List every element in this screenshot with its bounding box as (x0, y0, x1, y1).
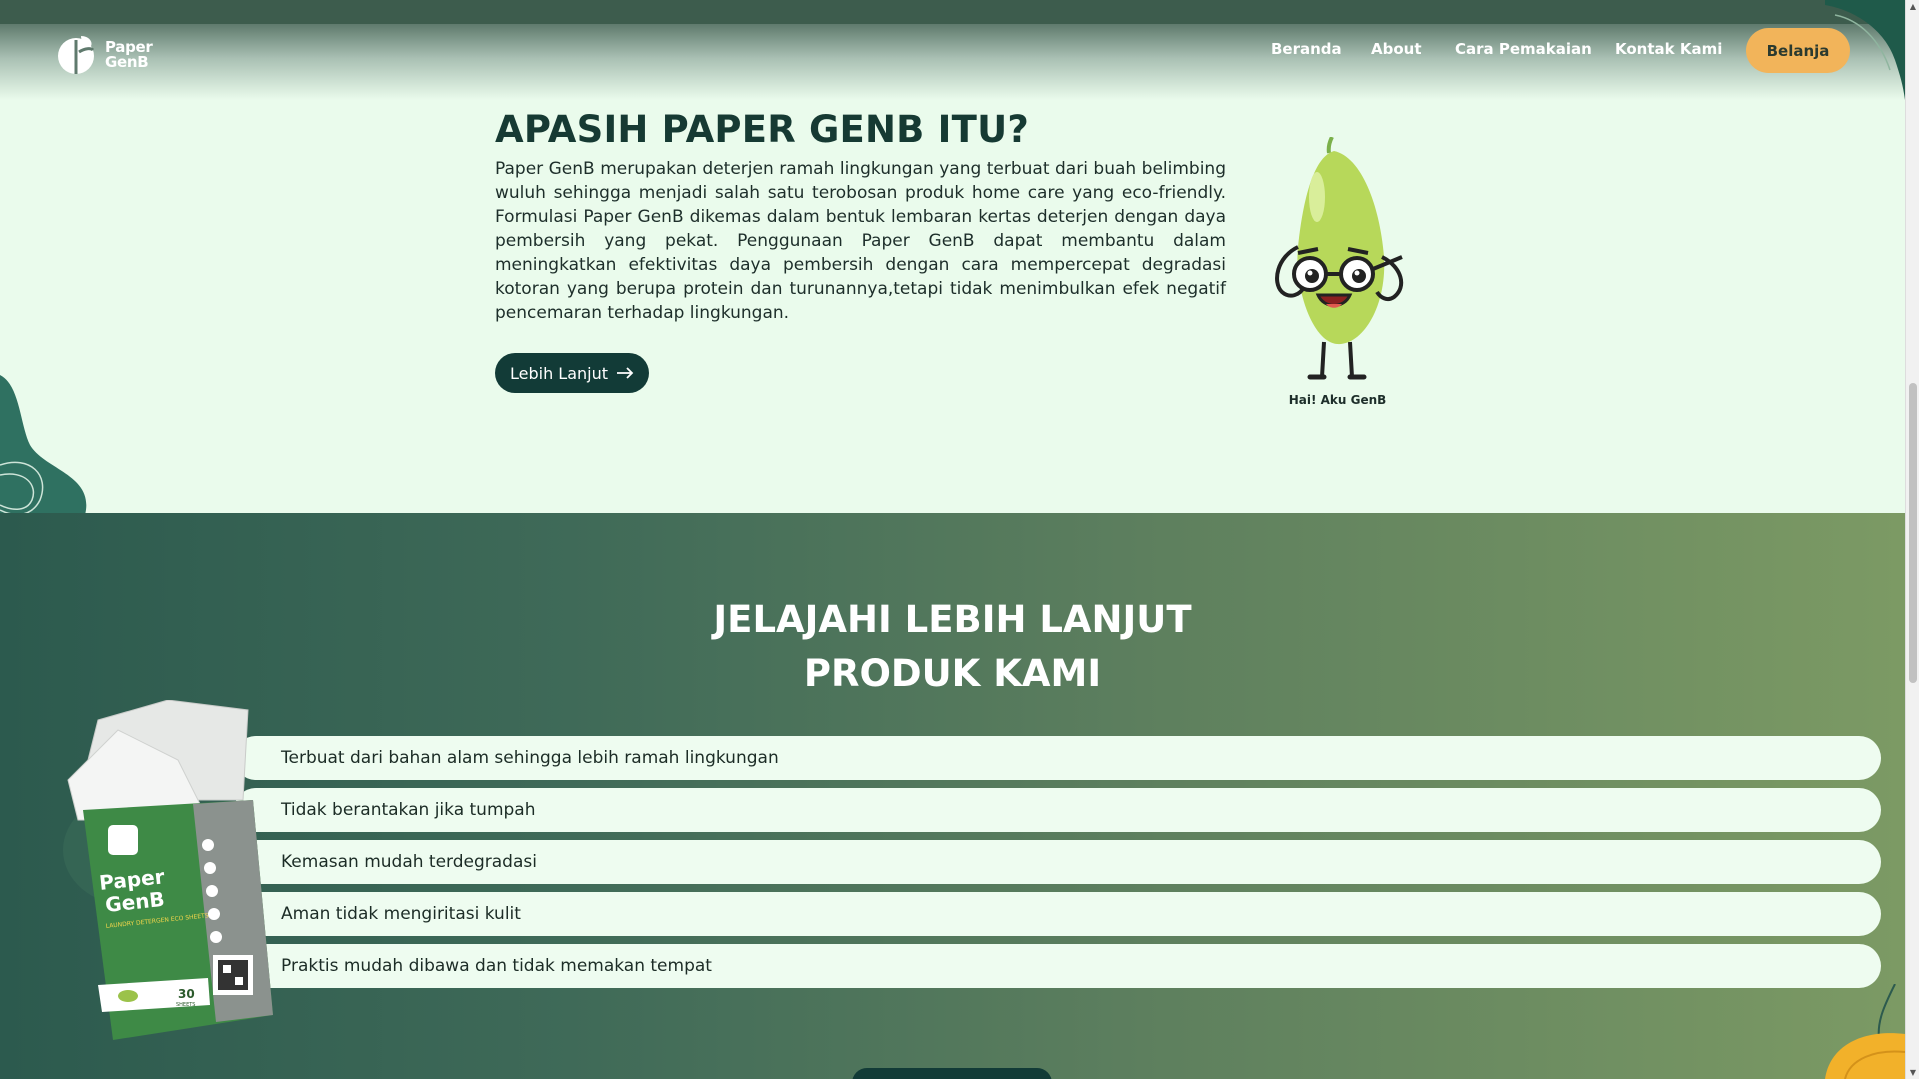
nav-beranda[interactable]: Beranda (1271, 40, 1342, 58)
mascot-illustration (1275, 137, 1404, 380)
scroll-up-icon[interactable]: ▲ (1908, 2, 1918, 11)
explore-title-line2: PRODUK KAMI (803, 652, 1102, 695)
lebih-lanjut-label: Lebih Lanjut (509, 363, 609, 383)
mascot-caption: Hai! Aku GenB (1288, 393, 1387, 407)
feature-item: Tidak berantakan jika tumpah (234, 788, 1881, 832)
arrow-right-icon (617, 367, 634, 379)
scroll-thumb[interactable] (1909, 383, 1917, 683)
explore-button[interactable] (852, 1068, 1052, 1079)
brand-logo[interactable]: Paper GenB (55, 34, 153, 76)
lebih-lanjut-button[interactable]: Lebih Lanjut (495, 353, 649, 393)
nav-kontak-kami[interactable]: Kontak Kami (1615, 40, 1722, 58)
decorative-swirl (1825, 0, 1905, 100)
site-header (0, 24, 1905, 100)
scroll-down-icon[interactable]: ▼ (1908, 1068, 1918, 1077)
feature-item: Aman tidak mengiritasi kulit (234, 892, 1881, 936)
about-description: Paper GenB merupakan deterjen ramah ling… (495, 159, 1226, 323)
top-strip (0, 0, 1905, 24)
explore-title: JELAJAHI LEBIH LANJUT PRODUK KAMI (0, 593, 1905, 701)
page-scrollbar[interactable]: ▲ ▼ (1905, 0, 1919, 1079)
pack-count: 30 (178, 987, 195, 1001)
nav-cara-pemakaian[interactable]: Cara Pemakaian (1455, 40, 1592, 58)
feature-item: Kemasan mudah terdegradasi (234, 840, 1881, 884)
feature-item: Praktis mudah dibawa dan tidak memakan t… (234, 944, 1881, 988)
about-title: APASIH PAPER GENB ITU? (495, 108, 1029, 151)
decorative-leaf (1825, 984, 1905, 1079)
feature-item: Terbuat dari bahan alam sehingga lebih r… (234, 736, 1881, 780)
explore-title-line1: JELAJAHI LEBIH LANJUT (713, 598, 1192, 641)
pack-count-label: SHEETS (176, 1002, 195, 1008)
nav-about[interactable]: About (1371, 40, 1422, 58)
logo-text: Paper GenB (105, 40, 153, 70)
product-package-image: Paper GenB LAUNDRY DETERGEN ECO SHEETS 3… (63, 700, 273, 1040)
logo-line2: GenB (105, 53, 149, 71)
leaf-logo-icon (58, 36, 95, 74)
